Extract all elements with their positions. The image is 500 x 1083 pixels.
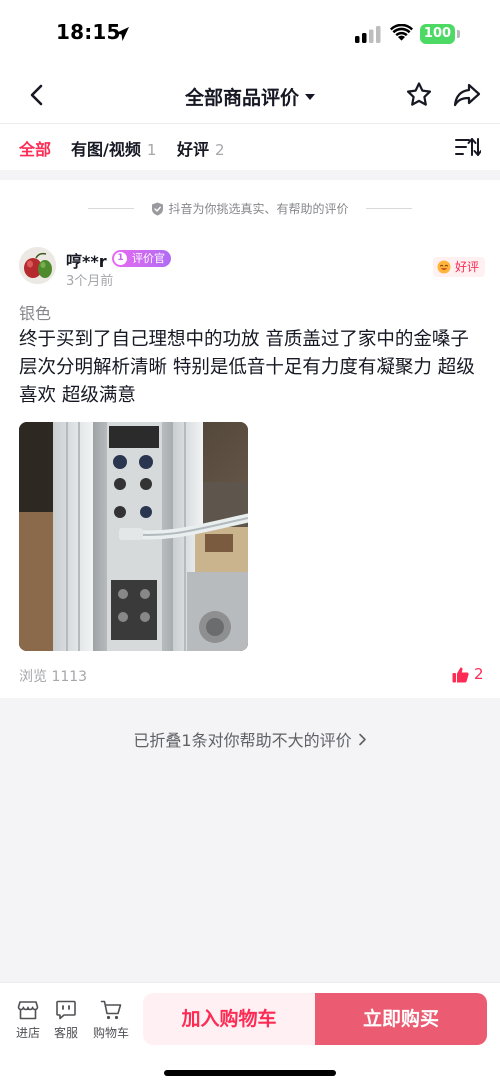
review-text: 终于买到了自己理想中的功放 音质盖过了家中的金嗓子 层次分明解析清晰 特别是低音… (19, 329, 475, 406)
tab-all[interactable]: 全部 (19, 136, 51, 160)
store-button[interactable]: 进店 (8, 999, 48, 1041)
badge-level: 1 (114, 252, 127, 265)
folded-reviews-link[interactable]: 已折叠1条对你帮助不大的评价 (0, 727, 500, 751)
shopping-cart-icon (100, 1000, 122, 1020)
battery-level: 100 (420, 24, 455, 44)
review-time: 3个月前 (66, 274, 114, 289)
authenticity-notice: 抖音为你挑选真实、有帮助的评价 (0, 200, 500, 218)
review-card: 抖音为你挑选真实、有帮助的评价 哼**r 1 评价官 3个月前 好评 银色 终于… (0, 180, 500, 698)
store-icon (17, 1001, 39, 1020)
reviewer-badge: 1 评价官 (112, 250, 171, 267)
page-title: 全部商品评价 (184, 87, 299, 109)
tab-good-review[interactable]: 好评 2 (177, 136, 225, 160)
chevron-right-icon (358, 731, 367, 750)
thumb-up-icon (452, 666, 469, 682)
tab-count: 2 (215, 141, 225, 159)
user-name[interactable]: 哼**r (66, 248, 107, 272)
chat-bubble-icon (56, 1000, 76, 1020)
rating-label: 好评 (455, 260, 480, 274)
notice-text: 抖音为你挑选真实、有帮助的评价 (168, 202, 349, 216)
bottom-action-bar: 进店 客服 购物车 加入购物车 立即购买 (0, 982, 500, 1083)
filter-tabs: 全部 有图/视频 1 好评 2 (0, 124, 500, 170)
cart-button[interactable]: 购物车 (91, 999, 131, 1041)
shield-icon (152, 202, 164, 215)
folded-reviews-text: 已折叠1条对你帮助不大的评价 (133, 731, 352, 750)
customer-service-button[interactable]: 客服 (46, 999, 86, 1041)
nav-bar: 全部商品评价 (0, 66, 500, 124)
store-label: 进店 (15, 1026, 40, 1040)
cart-label: 购物车 (92, 1026, 129, 1040)
star-icon[interactable] (405, 81, 433, 109)
like-count: 2 (474, 665, 484, 683)
buy-now-button[interactable]: 立即购买 (315, 993, 487, 1045)
home-indicator[interactable] (164, 1070, 336, 1076)
avatar[interactable] (19, 247, 56, 284)
badge-label: 评价官 (132, 252, 165, 265)
battery-icon: 100 (420, 24, 460, 44)
tab-with-photo-video[interactable]: 有图/视频 1 (71, 136, 156, 160)
like-button[interactable]: 2 (452, 665, 484, 683)
review-photo[interactable] (19, 422, 248, 651)
review-page: 18:15 100 全部商品评价 全部 有图/视频 1 好评 2 抖音为你挑选真… (0, 0, 500, 1083)
cellular-signal-icon (355, 26, 381, 43)
share-icon[interactable] (452, 81, 482, 109)
tab-count: 1 (146, 141, 157, 159)
sort-filter-icon[interactable] (455, 137, 481, 157)
caret-down-icon (305, 93, 315, 100)
view-count: 浏览 1113 (19, 669, 88, 685)
smile-face-icon (437, 260, 451, 274)
status-bar: 18:15 100 (0, 0, 500, 66)
status-time: 18:15 (56, 20, 121, 44)
customer-service-label: 客服 (53, 1026, 78, 1040)
sku-variant: 银色 (19, 304, 52, 323)
add-to-cart-button[interactable]: 加入购物车 (143, 993, 315, 1045)
rating-badge: 好评 (433, 257, 486, 277)
wifi-icon (390, 24, 413, 41)
location-arrow-icon (115, 27, 129, 41)
